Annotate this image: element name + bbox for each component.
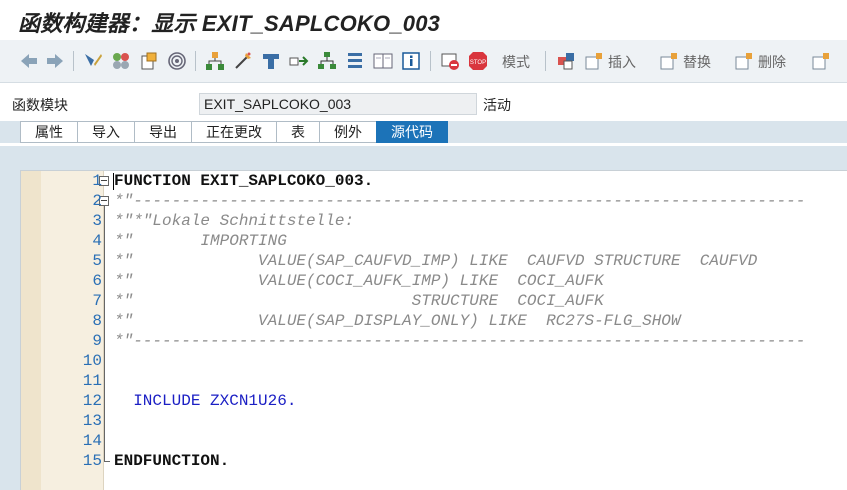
function-module-row: 函数模块 EXIT_SAPLCOKO_003 活动 (0, 83, 847, 121)
more-icon[interactable] (810, 50, 832, 72)
code-text[interactable]: *"*"Lokale Schnittstelle: (114, 211, 354, 231)
delete-button[interactable]: 删除 (758, 52, 786, 72)
pattern-icon[interactable] (555, 50, 577, 72)
stack-icon[interactable] (344, 50, 366, 72)
code-line: 8 *" VALUE(SAP_DISPLAY_ONLY) LIKE RC27S-… (21, 311, 847, 331)
tab-strip: 属性 导入 导出 正在更改 表 例外 源代码 (20, 121, 448, 143)
line-number: 14 (82, 432, 102, 450)
insert-icon[interactable] (583, 50, 605, 72)
line-number: 3 (92, 212, 102, 230)
replace-icon[interactable] (658, 50, 680, 72)
code-text[interactable]: *" VALUE(SAP_DISPLAY_ONLY) LIKE RC27S-FL… (114, 311, 681, 331)
line-number: 4 (92, 232, 102, 250)
line-number: 12 (82, 392, 102, 410)
line-number: 15 (82, 452, 102, 470)
code-line: 3 *"*"Lokale Schnittstelle: (21, 211, 847, 231)
code-text[interactable]: FUNCTION EXIT_SAPLCOKO_003. (114, 171, 373, 191)
line-number: 1 (92, 172, 102, 190)
display-change-icon[interactable] (82, 50, 104, 72)
tab-tables[interactable]: 表 (276, 121, 319, 143)
object-list-icon[interactable] (138, 50, 160, 72)
delete-icon[interactable] (733, 50, 755, 72)
line-number: 2 (92, 192, 102, 210)
tab-underline (0, 143, 847, 146)
forward-arrow-icon[interactable] (44, 50, 66, 72)
line-number: 11 (82, 372, 102, 390)
mode-button[interactable]: 模式 (502, 52, 530, 72)
code-text[interactable]: INCLUDE ZXCN1U26. (114, 391, 296, 411)
line-number: 7 (92, 292, 102, 310)
line-number: 13 (82, 412, 102, 430)
code-line: 12 INCLUDE ZXCN1U26. (21, 391, 847, 411)
status-text: 活动 (483, 97, 511, 113)
tab-changing[interactable]: 正在更改 (191, 121, 276, 143)
code-text[interactable]: *" VALUE(SAP_CAUFVD_IMP) LIKE CAUFVD STR… (114, 251, 757, 271)
structure-icon[interactable] (316, 50, 338, 72)
code-line: 4 *" IMPORTING (21, 231, 847, 251)
code-line: 1 FUNCTION EXIT_SAPLCOKO_003. (21, 171, 847, 191)
code-line: 7 *" STRUCTURE COCI_AUFK (21, 291, 847, 311)
line-number: 8 (92, 312, 102, 330)
code-text[interactable]: *"--------------------------------------… (114, 191, 805, 211)
svg-text:STOP: STOP (470, 60, 486, 66)
tab-export[interactable]: 导出 (134, 121, 191, 143)
function-module-label: 函数模块 (12, 97, 68, 113)
window-title: 函数构建器：显示 EXIT_SAPLCOKO_003 (18, 11, 441, 36)
activate-icon[interactable] (110, 50, 132, 72)
code-text[interactable]: *" VALUE(COCI_AUFK_IMP) LIKE COCI_AUFK (114, 271, 604, 291)
title-bar: 函数构建器：显示 EXIT_SAPLCOKO_003 (0, 0, 847, 40)
back-arrow-icon[interactable] (18, 50, 40, 72)
tab-source-code[interactable]: 源代码 (376, 121, 448, 143)
code-editor[interactable]: 1 FUNCTION EXIT_SAPLCOKO_003. 2 *"------… (20, 170, 847, 490)
hierarchy-icon[interactable] (204, 50, 226, 72)
breakpoint-session-icon[interactable] (439, 50, 461, 72)
check-syntax-icon[interactable] (260, 50, 282, 72)
toolbar-separator (195, 51, 196, 71)
toolbar-separator (73, 51, 74, 71)
code-text[interactable]: ENDFUNCTION. (114, 451, 229, 471)
code-line: 14 (21, 431, 847, 451)
code-line: 5 *" VALUE(SAP_CAUFVD_IMP) LIKE CAUFVD S… (21, 251, 847, 271)
line-number: 10 (82, 352, 102, 370)
tab-import[interactable]: 导入 (77, 121, 134, 143)
code-line: 11 (21, 371, 847, 391)
tab-exceptions[interactable]: 例外 (319, 121, 376, 143)
code-line: 10 (21, 351, 847, 371)
toolbar-separator (545, 51, 546, 71)
code-line: 6 *" VALUE(COCI_AUFK_IMP) LIKE COCI_AUFK (21, 271, 847, 291)
code-text[interactable]: *" IMPORTING (114, 231, 287, 251)
where-used-icon[interactable] (166, 50, 188, 72)
application-toolbar: STOP 模式 插入 替换 删除 (0, 40, 847, 83)
code-line: 13 (21, 411, 847, 431)
insert-button[interactable]: 插入 (608, 52, 636, 72)
code-line: 9 *"------------------------------------… (21, 331, 847, 351)
breakpoint-external-icon[interactable]: STOP (467, 50, 489, 72)
line-number: 6 (92, 272, 102, 290)
info-icon[interactable] (400, 50, 422, 72)
toolbar-separator (430, 51, 431, 71)
code-line: 2 *"------------------------------------… (21, 191, 847, 211)
tab-attributes[interactable]: 属性 (20, 121, 77, 143)
code-text[interactable]: *"--------------------------------------… (114, 331, 805, 351)
navigate-icon[interactable] (288, 50, 310, 72)
code-text[interactable]: *" STRUCTURE COCI_AUFK (114, 291, 604, 311)
function-module-field[interactable]: EXIT_SAPLCOKO_003 (199, 93, 477, 115)
line-number: 5 (92, 252, 102, 270)
replace-button[interactable]: 替换 (683, 52, 711, 72)
split-screen-icon[interactable] (372, 50, 394, 72)
code-line: 15 ENDFUNCTION. (21, 451, 847, 471)
pretty-printer-icon[interactable] (232, 50, 254, 72)
line-number: 9 (92, 332, 102, 350)
